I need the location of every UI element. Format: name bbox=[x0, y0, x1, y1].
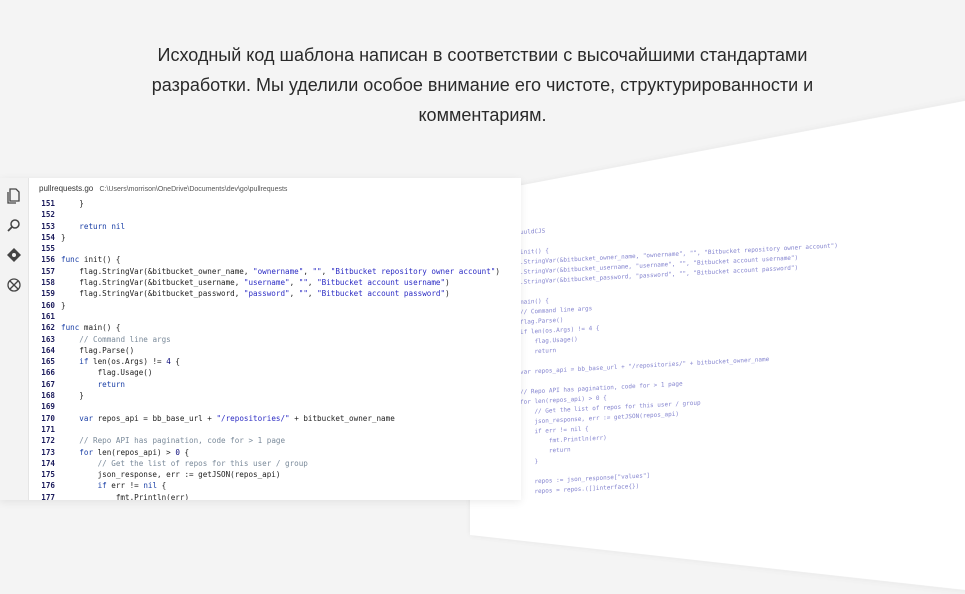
line-number: 164 bbox=[41, 345, 55, 355]
line-number: 173 bbox=[41, 447, 55, 457]
code-line: 159 flag.StringVar(&bitbucket_password, … bbox=[29, 288, 521, 299]
search-icon[interactable] bbox=[6, 218, 22, 234]
line-number: 161 bbox=[41, 311, 55, 321]
line-number: 175 bbox=[41, 470, 55, 480]
line-text: flag.Parse() bbox=[61, 345, 135, 355]
code-line: 160} bbox=[29, 300, 521, 311]
line-number: 165 bbox=[41, 357, 55, 367]
code-line: 156 func init() { bbox=[29, 254, 521, 265]
code-line: 162 func main() { bbox=[29, 322, 521, 333]
line-text: if err != nil { bbox=[97, 481, 167, 491]
heading-fragment bbox=[560, 0, 620, 4]
code-area[interactable]: 151 } 152 153 return nil 154} 155 156 func ini… bbox=[29, 198, 521, 500]
line-text: func init() { bbox=[61, 255, 121, 265]
line-text: var repos_api = bb_base_url + "/reposito… bbox=[79, 413, 395, 423]
line-number: 167 bbox=[41, 379, 55, 389]
line-number: 159 bbox=[41, 289, 55, 299]
line-text: // Command line args bbox=[79, 334, 171, 344]
line-text: if len(os.Args) != 4 { bbox=[79, 357, 180, 367]
line-number: 169 bbox=[41, 402, 55, 412]
line-number: 157 bbox=[41, 266, 55, 276]
line-text: flag.StringVar(&bitbucket_password, "pas… bbox=[61, 289, 450, 299]
line-text: return bbox=[97, 379, 126, 389]
code-line: 161 bbox=[29, 311, 521, 322]
line-number: 172 bbox=[41, 436, 55, 446]
extensions-icon[interactable] bbox=[6, 278, 22, 294]
code-line: 172 // Repo API has pagination, code for… bbox=[29, 435, 521, 446]
line-number: 154 bbox=[41, 232, 55, 242]
line-number: 151 bbox=[41, 199, 55, 208]
line-number: 176 bbox=[41, 481, 55, 491]
code-line: 157 flag.StringVar(&bitbucket_owner_name… bbox=[29, 266, 521, 277]
code-line: 158 flag.StringVar(&bitbucket_username, … bbox=[29, 277, 521, 288]
line-number: 152 bbox=[41, 210, 55, 220]
line-text: } bbox=[61, 391, 84, 401]
code-line: 173 for len(repos_api) > 0 { bbox=[29, 447, 521, 458]
code-line: 165 if len(os.Args) != 4 { bbox=[29, 356, 521, 367]
line-text: return nil bbox=[79, 221, 126, 231]
line-number: 162 bbox=[41, 323, 55, 333]
code-line: 175 json_response, err := getJSON(repos_… bbox=[29, 469, 521, 480]
line-number: 168 bbox=[41, 391, 55, 401]
code-editor-window: pullrequests.go C:\Users\morrison\OneDri… bbox=[0, 178, 521, 500]
line-number: 170 bbox=[41, 413, 55, 423]
line-number: 166 bbox=[41, 368, 55, 378]
code-line: 154} bbox=[29, 232, 521, 243]
code-line: 155 bbox=[29, 243, 521, 254]
file-name: pullrequests.go bbox=[39, 184, 94, 193]
line-text: } bbox=[61, 199, 84, 208]
line-number: 163 bbox=[41, 334, 55, 344]
back-editor-code: uuldCJS init() { .StringVar(&bitbucket_o… bbox=[520, 227, 838, 496]
editor-tab[interactable]: pullrequests.go C:\Users\morrison\OneDri… bbox=[29, 178, 521, 200]
line-number: 177 bbox=[41, 492, 55, 500]
code-line: 174 // Get the list of repos for this us… bbox=[29, 458, 521, 469]
line-text: } bbox=[61, 232, 66, 242]
activity-bar bbox=[0, 178, 29, 500]
code-line: 164 flag.Parse() bbox=[29, 345, 521, 356]
code-line: 168 } bbox=[29, 390, 521, 401]
line-text: flag.StringVar(&bitbucket_username, "use… bbox=[61, 278, 450, 288]
line-text: fmt.Println(err) bbox=[61, 492, 190, 500]
line-text: } bbox=[61, 300, 66, 310]
line-text: func main() { bbox=[61, 323, 121, 333]
line-number: 160 bbox=[41, 300, 55, 310]
code-line: 152 bbox=[29, 209, 521, 220]
line-number: 171 bbox=[41, 424, 55, 434]
code-line: 153 return nil bbox=[29, 221, 521, 232]
code-line: 169 bbox=[29, 401, 521, 412]
file-path: C:\Users\morrison\OneDrive\Documents\dev… bbox=[99, 186, 288, 193]
line-text: flag.Usage() bbox=[61, 368, 153, 378]
code-line: 151 } bbox=[29, 198, 521, 209]
line-text: // Get the list of repos for this user /… bbox=[97, 458, 308, 468]
line-number: 155 bbox=[41, 244, 55, 254]
line-text: for len(repos_api) > 0 { bbox=[79, 447, 190, 457]
source-control-icon[interactable] bbox=[6, 248, 22, 264]
code-line: 176 if err != nil { bbox=[29, 480, 521, 491]
code-line: 170 var repos_api = bb_base_url + "/repo… bbox=[29, 413, 521, 424]
intro-text: Исходный код шаблона написан в соответст… bbox=[151, 45, 814, 125]
code-line: 163 // Command line args bbox=[29, 334, 521, 345]
line-number: 153 bbox=[41, 221, 55, 231]
line-text: flag.StringVar(&bitbucket_owner_name, "o… bbox=[61, 266, 500, 276]
code-line: 167 return bbox=[29, 379, 521, 390]
line-text: // Repo API has pagination, code for > 1… bbox=[79, 436, 286, 446]
code-line: 171 bbox=[29, 424, 521, 435]
line-number: 174 bbox=[41, 458, 55, 468]
line-number: 156 bbox=[41, 255, 55, 265]
line-number: 158 bbox=[41, 278, 55, 288]
line-text: json_response, err := getJSON(repos_api) bbox=[61, 470, 281, 480]
code-line: 166 flag.Usage() bbox=[29, 367, 521, 378]
files-icon[interactable] bbox=[6, 188, 22, 204]
code-line: 177 fmt.Println(err) bbox=[29, 492, 521, 500]
